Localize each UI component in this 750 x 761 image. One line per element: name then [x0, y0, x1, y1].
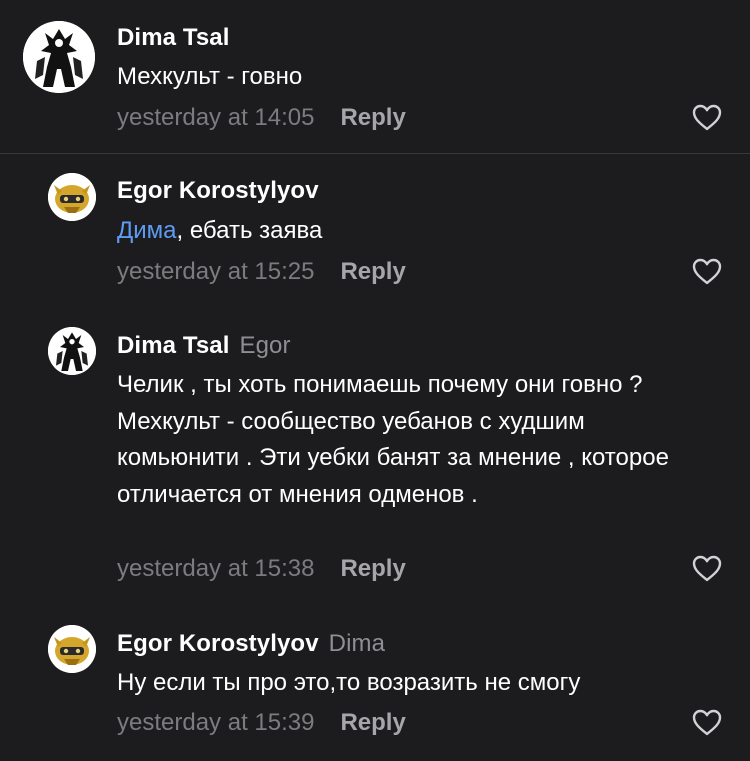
comment-timestamp: yesterday at 15:39: [117, 709, 315, 736]
comment-author-line: Dima Tsal: [117, 24, 240, 52]
comment-text: Мехкульт - говно: [117, 59, 707, 96]
comment-author[interactable]: Dima Tsal: [117, 332, 230, 359]
warrior-avatar-icon: [48, 327, 96, 375]
golden-mask-avatar-icon: [48, 625, 96, 673]
comment-text: Челик , ты хоть понимаешь почему они гов…: [117, 367, 707, 513]
heart-outline-icon: [692, 104, 722, 131]
avatar[interactable]: [23, 21, 95, 93]
comment-item: Egor Korostylyov Дима, ебать заява yeste…: [0, 154, 750, 304]
reply-button[interactable]: Reply: [340, 709, 405, 736]
comment-body: Челик , ты хоть понимаешь почему они гов…: [117, 371, 669, 508]
reply-to-name[interactable]: Dima: [329, 630, 385, 657]
comment-text: Дима, ебать заява: [117, 213, 707, 250]
mention-link[interactable]: Дима: [117, 217, 177, 244]
heart-outline-icon: [692, 258, 722, 285]
comment-author[interactable]: Egor Korostylyov: [117, 177, 319, 204]
reply-button[interactable]: Reply: [340, 555, 405, 582]
like-button[interactable]: [692, 258, 722, 286]
comment-body: Мехкульт - говно: [117, 63, 303, 90]
comment-body: Ну если ты про это,то возразить не смогу: [117, 669, 581, 696]
like-button[interactable]: [692, 555, 722, 583]
heart-outline-icon: [692, 555, 722, 582]
heart-outline-icon: [692, 709, 722, 736]
comment-body: , ебать заява: [176, 217, 323, 244]
reply-button[interactable]: Reply: [340, 104, 405, 131]
comment-author[interactable]: Egor Korostylyov: [117, 630, 319, 657]
comment-author-line: Dima Tsal Egor: [117, 332, 291, 360]
golden-mask-avatar-icon: [48, 173, 96, 221]
comment-meta: yesterday at 15:38 Reply: [117, 555, 406, 583]
reply-button[interactable]: Reply: [340, 258, 405, 285]
comment-meta: yesterday at 14:05 Reply: [117, 104, 406, 132]
avatar[interactable]: [48, 327, 96, 375]
comment-item: Egor Korostylyov Dima Ну если ты про это,…: [0, 604, 750, 761]
comment-item: Dima Tsal Мехкульт - говно yesterday at …: [0, 0, 750, 153]
comment-text: Ну если ты про это,то возразить не смогу: [117, 665, 707, 702]
like-button[interactable]: [692, 709, 722, 737]
comment-timestamp: yesterday at 15:25: [117, 258, 315, 285]
reply-to-name[interactable]: Egor: [240, 332, 291, 359]
warrior-avatar-icon: [23, 21, 95, 93]
avatar[interactable]: [48, 173, 96, 221]
comment-author-line: Egor Korostylyov: [117, 177, 329, 205]
comment-author-line: Egor Korostylyov Dima: [117, 630, 385, 658]
like-button[interactable]: [692, 104, 722, 132]
comment-meta: yesterday at 15:25 Reply: [117, 258, 406, 286]
comment-meta: yesterday at 15:39 Reply: [117, 709, 406, 737]
comment-item: Dima Tsal Egor Челик , ты хоть понимаешь …: [0, 304, 750, 604]
comment-timestamp: yesterday at 15:38: [117, 555, 315, 582]
comment-author[interactable]: Dima Tsal: [117, 24, 230, 51]
avatar[interactable]: [48, 625, 96, 673]
comment-timestamp: yesterday at 14:05: [117, 104, 315, 131]
